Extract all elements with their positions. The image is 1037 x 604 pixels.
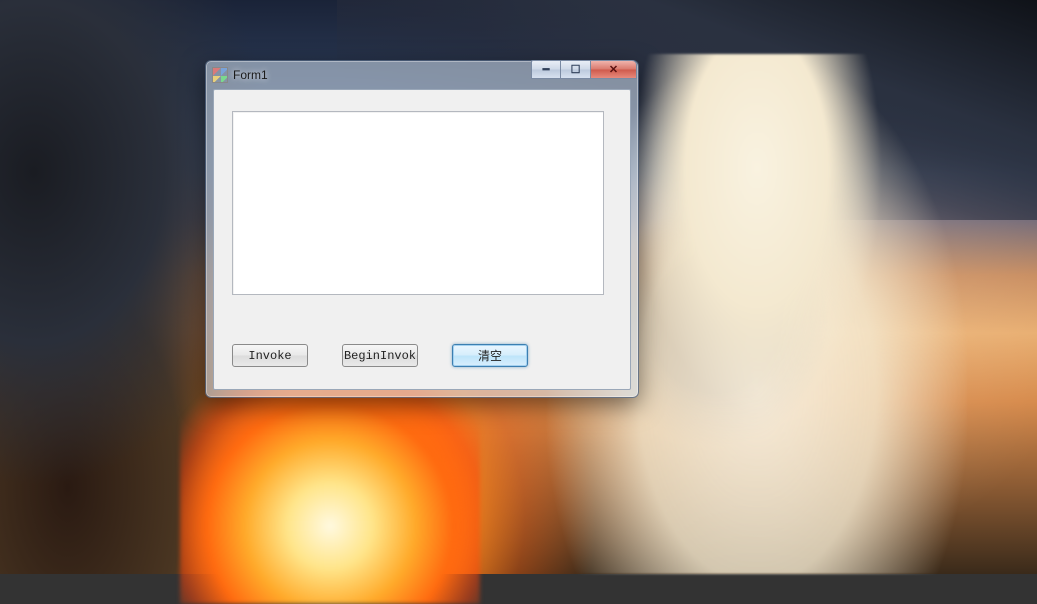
app-window: Form1 ━ ☐ ✕ Invoke BeginInvok 清空 — [205, 60, 639, 398]
button-row: Invoke BeginInvok 清空 — [232, 344, 528, 367]
window-title: Form1 — [233, 68, 531, 82]
output-textbox[interactable] — [232, 111, 604, 295]
begin-invoke-button[interactable]: BeginInvok — [342, 344, 418, 367]
close-icon: ✕ — [609, 63, 618, 76]
titlebar[interactable]: Form1 ━ ☐ ✕ — [206, 61, 638, 89]
maximize-button[interactable]: ☐ — [561, 60, 591, 79]
minimize-icon: ━ — [543, 63, 550, 76]
close-button[interactable]: ✕ — [591, 60, 637, 79]
clear-button[interactable]: 清空 — [452, 344, 528, 367]
invoke-button[interactable]: Invoke — [232, 344, 308, 367]
winforms-app-icon — [212, 67, 228, 83]
minimize-button[interactable]: ━ — [531, 60, 561, 79]
maximize-icon: ☐ — [571, 63, 581, 76]
form-client-area: Invoke BeginInvok 清空 — [213, 89, 631, 390]
window-control-buttons: ━ ☐ ✕ — [531, 60, 637, 79]
